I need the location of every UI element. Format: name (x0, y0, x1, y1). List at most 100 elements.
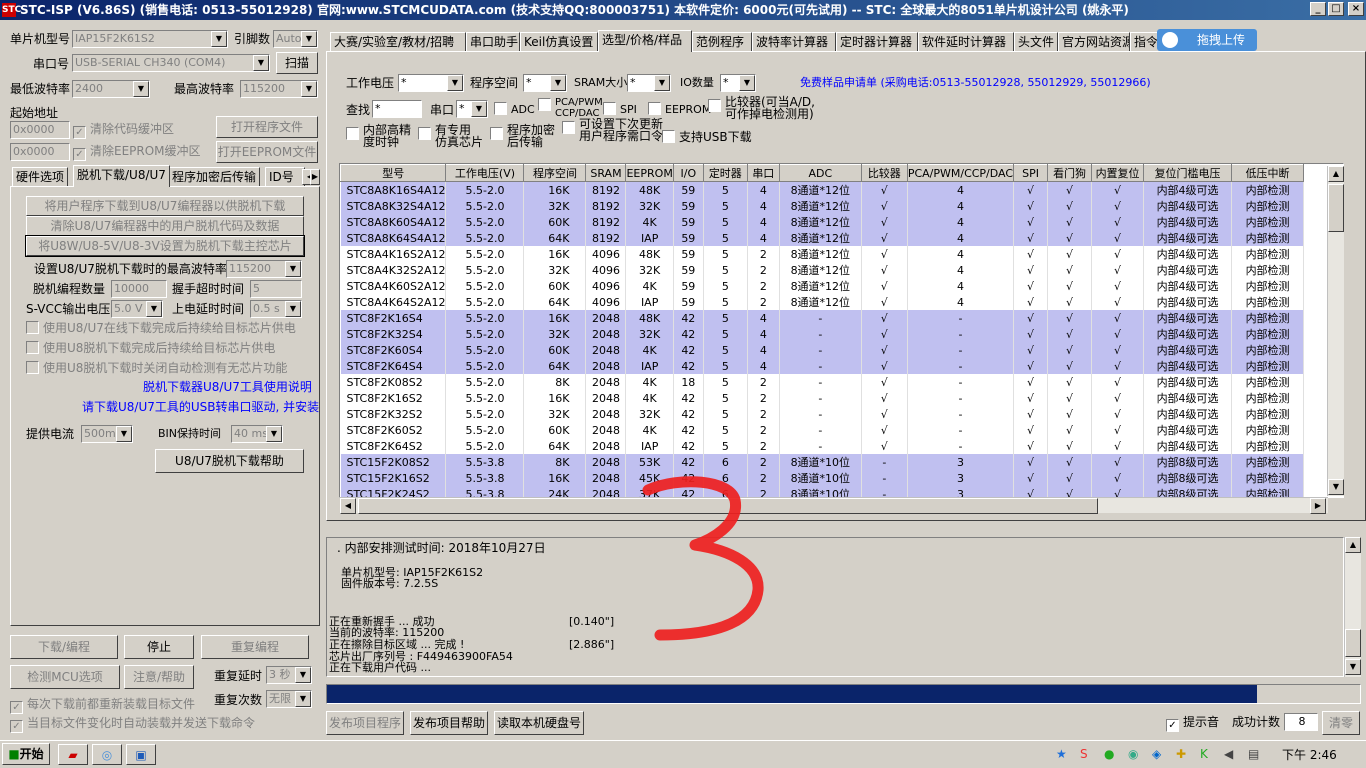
publish-program-button[interactable]: 发布项目程序 (326, 711, 404, 735)
u8-manual-link[interactable]: 脱机下载器U8/U7工具使用说明 (143, 379, 312, 395)
tab-id[interactable]: ID号 (265, 167, 305, 187)
right-tab[interactable]: 头文件 (1014, 32, 1058, 52)
u8-driver-link[interactable]: 请下载U8/U7工具的USB转串口驱动, 并安装 (82, 399, 319, 415)
tab-hardware[interactable]: 硬件选项 (12, 167, 69, 187)
table-row[interactable]: STC8A4K16S2A12 5.5-2.0 16K 4096 48K 59 5 2 8通道*1… (340, 246, 1305, 262)
voltage-filter-select[interactable]: * ▼ (398, 74, 464, 92)
clear-count-button[interactable]: 清零 (1322, 711, 1360, 735)
notes-help-button[interactable]: 注意/帮助 (124, 665, 194, 689)
scan-button[interactable]: 扫描 (276, 52, 318, 74)
repeat-count-select[interactable]: 无限 ▼ (266, 690, 312, 708)
table-row[interactable]: STC8A8K64S4A12 5.5-2.0 64K 8192 IAP 59 5 4 8通道*1… (340, 230, 1305, 246)
right-tab[interactable]: 选型/价格/样品 (598, 30, 692, 52)
offline-max-baud-select[interactable]: 115200 ▼ (226, 260, 302, 278)
comparator-checkbox[interactable]: 比较器(可当A/D, 可作掉电检测用) (708, 96, 815, 120)
column-header[interactable]: 程序空间 (523, 164, 587, 182)
chip-table[interactable]: 型号 工作电压(V) 程序空间 SRAM EEPROM I/O 定时器 串口 ADC 比较器 PCA… (339, 163, 1344, 498)
update-password-checkbox[interactable]: 可设置下次更新 用户程序需口令 (562, 118, 663, 142)
spi-checkbox[interactable]: SPI (603, 102, 637, 117)
tab-encrypt-transfer[interactable]: 程序加密后传输 (168, 167, 261, 187)
auto-load-checkbox[interactable]: ✓ 当目标文件变化时自动装载并发送下载命令 (10, 716, 255, 733)
log-vscroll[interactable]: ▲ ▼ (1344, 537, 1361, 677)
bin-hold-select[interactable]: 40 ms ▼ (231, 425, 283, 443)
set-master-chip-button[interactable]: 将U8W/U8-5V/U8-3V设置为脱机下载主控芯片 (25, 235, 305, 257)
column-header[interactable]: 比较器 (860, 164, 908, 182)
download-to-u8-button[interactable]: 将用户程序下载到U8/U7编程器以供脱机下载 (26, 196, 304, 216)
minimize-button[interactable]: _ (1310, 2, 1326, 16)
maximize-button[interactable]: □ (1328, 2, 1344, 16)
taskbar-browser-icon[interactable]: ◎ (92, 744, 122, 765)
handshake-field[interactable]: 5 (250, 280, 302, 298)
check-mcu-button[interactable]: 检测MCU选项 (10, 665, 120, 689)
port-select[interactable]: USB-SERIAL CH340 (COM4) ▼ (72, 54, 270, 72)
right-tab[interactable]: 大赛/实验室/教材/招聘 (330, 32, 466, 52)
column-header[interactable]: 工作电压(V) (445, 164, 525, 182)
right-tab[interactable]: 范例程序 (692, 32, 752, 52)
emulation-chip-checkbox[interactable]: 有专用 仿真芯片 (418, 124, 483, 148)
log-output[interactable]: . 内部安排测试时间: 2018年10月27日 单片机型号: IAP15F2K6… (326, 537, 1344, 677)
adc-checkbox[interactable]: ADC (494, 102, 535, 117)
sram-filter-select[interactable]: * ▼ (627, 74, 671, 92)
table-row[interactable]: STC8F2K64S2 5.5-2.0 64K 2048 IAP 42 5 2- √ - √ √ √ 内部… (340, 438, 1305, 454)
table-row[interactable]: STC8F2K16S2 5.5-2.0 16K 2048 4K 42 5 2- √ - √ √ √ 内部4… (340, 390, 1305, 406)
right-tab[interactable]: 软件延时计算器 (918, 32, 1014, 52)
table-row[interactable]: STC15F2K16S2 5.5-3.8 16K 2048 45K 42 6 2 8通道*10位… (340, 470, 1305, 486)
table-row[interactable]: STC8A8K32S4A12 5.5-2.0 32K 8192 32K 59 5 4 8通道*1… (340, 198, 1305, 214)
download-button[interactable]: 下载/编程 (10, 635, 118, 659)
right-tab[interactable]: Keil仿真设置 (520, 32, 598, 52)
table-row[interactable]: STC8A4K32S2A12 5.5-2.0 32K 4096 32K 59 5 2 8通道*1… (340, 262, 1305, 278)
column-header[interactable]: ADC (778, 164, 862, 182)
opt-keep-power-online[interactable]: 使用U8/U7在线下载完成后持续给目标芯片供电 (26, 321, 296, 335)
internal-clock-checkbox[interactable]: 内部高精 度时钟 (346, 124, 411, 148)
open-eeprom-button[interactable]: 打开EEPROM文件 (216, 141, 318, 163)
reprogram-button[interactable]: 重复编程 (201, 635, 309, 659)
column-header[interactable]: EEPROM (625, 164, 674, 182)
opt-keep-power-offline[interactable]: 使用U8脱机下载完成后持续给目标芯片供电 (26, 341, 275, 355)
usb-download-checkbox[interactable]: 支持USB下载 (662, 130, 752, 144)
table-hscroll[interactable]: ◀ ▶ (340, 497, 1328, 514)
taskbar-window-icon[interactable]: ▣ (126, 744, 156, 765)
encrypt-transfer-checkbox[interactable]: 程序加密 后传输 (490, 124, 555, 148)
uart-filter-select[interactable]: * ▼ (456, 100, 488, 118)
max-baud-select[interactable]: 115200 ▼ (240, 80, 318, 98)
table-row[interactable]: STC8F2K08S2 5.5-2.0 8K 2048 4K 18 5 2- √ - √ √ √ 内部4级… (340, 374, 1305, 390)
io-filter-select[interactable]: * ▼ (720, 74, 756, 92)
table-row[interactable]: STC8A8K60S4A12 5.5-2.0 60K 8192 4K 59 5 4 8通道*12… (340, 214, 1305, 230)
column-header[interactable]: I/O (672, 164, 704, 182)
opt-disable-auto-detect[interactable]: 使用U8脱机下载时关闭自动检测有无芯片功能 (26, 361, 287, 375)
beep-checkbox[interactable]: ✓ 提示音 (1166, 715, 1219, 732)
column-header[interactable]: 内置复位 (1091, 164, 1145, 182)
column-header[interactable]: 低压中断 (1231, 164, 1305, 182)
table-vscroll[interactable]: ▲ ▼ (1327, 166, 1344, 496)
table-row[interactable]: STC8A4K60S2A12 5.5-2.0 60K 4096 4K 59 5 2 8通道*12… (340, 278, 1305, 294)
stop-button[interactable]: 停止 (124, 635, 194, 659)
search-input[interactable]: * (372, 100, 422, 118)
column-header[interactable]: 型号 (340, 164, 447, 182)
reload-before-download-checkbox[interactable]: ✓ 每次下载前都重新装载目标文件 (10, 697, 195, 714)
right-tab[interactable]: 波特率计算器 (752, 32, 836, 52)
table-row[interactable]: STC8F2K16S4 5.5-2.0 16K 2048 48K 42 5 4- √ - √ √ √ 内部… (340, 310, 1305, 326)
eeprom-addr-field[interactable]: 0x0000 (10, 143, 70, 161)
column-header[interactable]: PCA/PWM/CCP/DAC (906, 164, 1015, 182)
right-tab[interactable]: 定时器计算器 (836, 32, 918, 52)
table-row[interactable]: STC15F2K08S2 5.5-3.8 8K 2048 53K 42 6 2 8通道*10位 -… (340, 454, 1305, 470)
table-row[interactable]: STC8F2K32S2 5.5-2.0 32K 2048 32K 42 5 2- √ - √ √ √ 内部… (340, 406, 1305, 422)
column-header[interactable]: 看门狗 (1047, 164, 1093, 182)
column-header[interactable]: 定时器 (702, 164, 748, 182)
close-button[interactable]: × (1348, 2, 1364, 16)
clear-u8-button[interactable]: 清除U8/U7编程器中的用户脱机代码及数据 (26, 216, 304, 236)
publish-help-button[interactable]: 发布项目帮助 (410, 711, 488, 735)
column-header[interactable]: 串口 (746, 164, 780, 182)
pin-count-select[interactable]: Auto ▼ (273, 30, 318, 48)
mcu-type-select[interactable]: IAP15F2K61S2 ▼ (72, 30, 228, 48)
read-disk-id-button[interactable]: 读取本机硬盘号 (494, 711, 584, 735)
tab-scroll-right[interactable]: ▶ (310, 169, 320, 185)
table-row[interactable]: STC8F2K64S4 5.5-2.0 64K 2048 IAP 42 5 4- √ - √ √ √ 内部… (340, 358, 1305, 374)
pca-checkbox[interactable]: PCA/PWM CCP/DAC (538, 97, 603, 119)
eeprom-checkbox[interactable]: EEPROM (648, 102, 711, 117)
power-delay-select[interactable]: 0.5 s ▼ (250, 300, 302, 318)
table-row[interactable]: STC8F2K32S4 5.5-2.0 32K 2048 32K 42 5 4- √ - √ √ √ 内部… (340, 326, 1305, 342)
clear-code-checkbox[interactable]: ✓ 清除代码缓冲区 (73, 122, 174, 139)
table-row[interactable]: STC8A8K16S4A12 5.5-2.0 16K 8192 48K 59 5 4 8通道*1… (340, 181, 1305, 198)
svcc-select[interactable]: 5.0 V ▼ (111, 300, 163, 318)
